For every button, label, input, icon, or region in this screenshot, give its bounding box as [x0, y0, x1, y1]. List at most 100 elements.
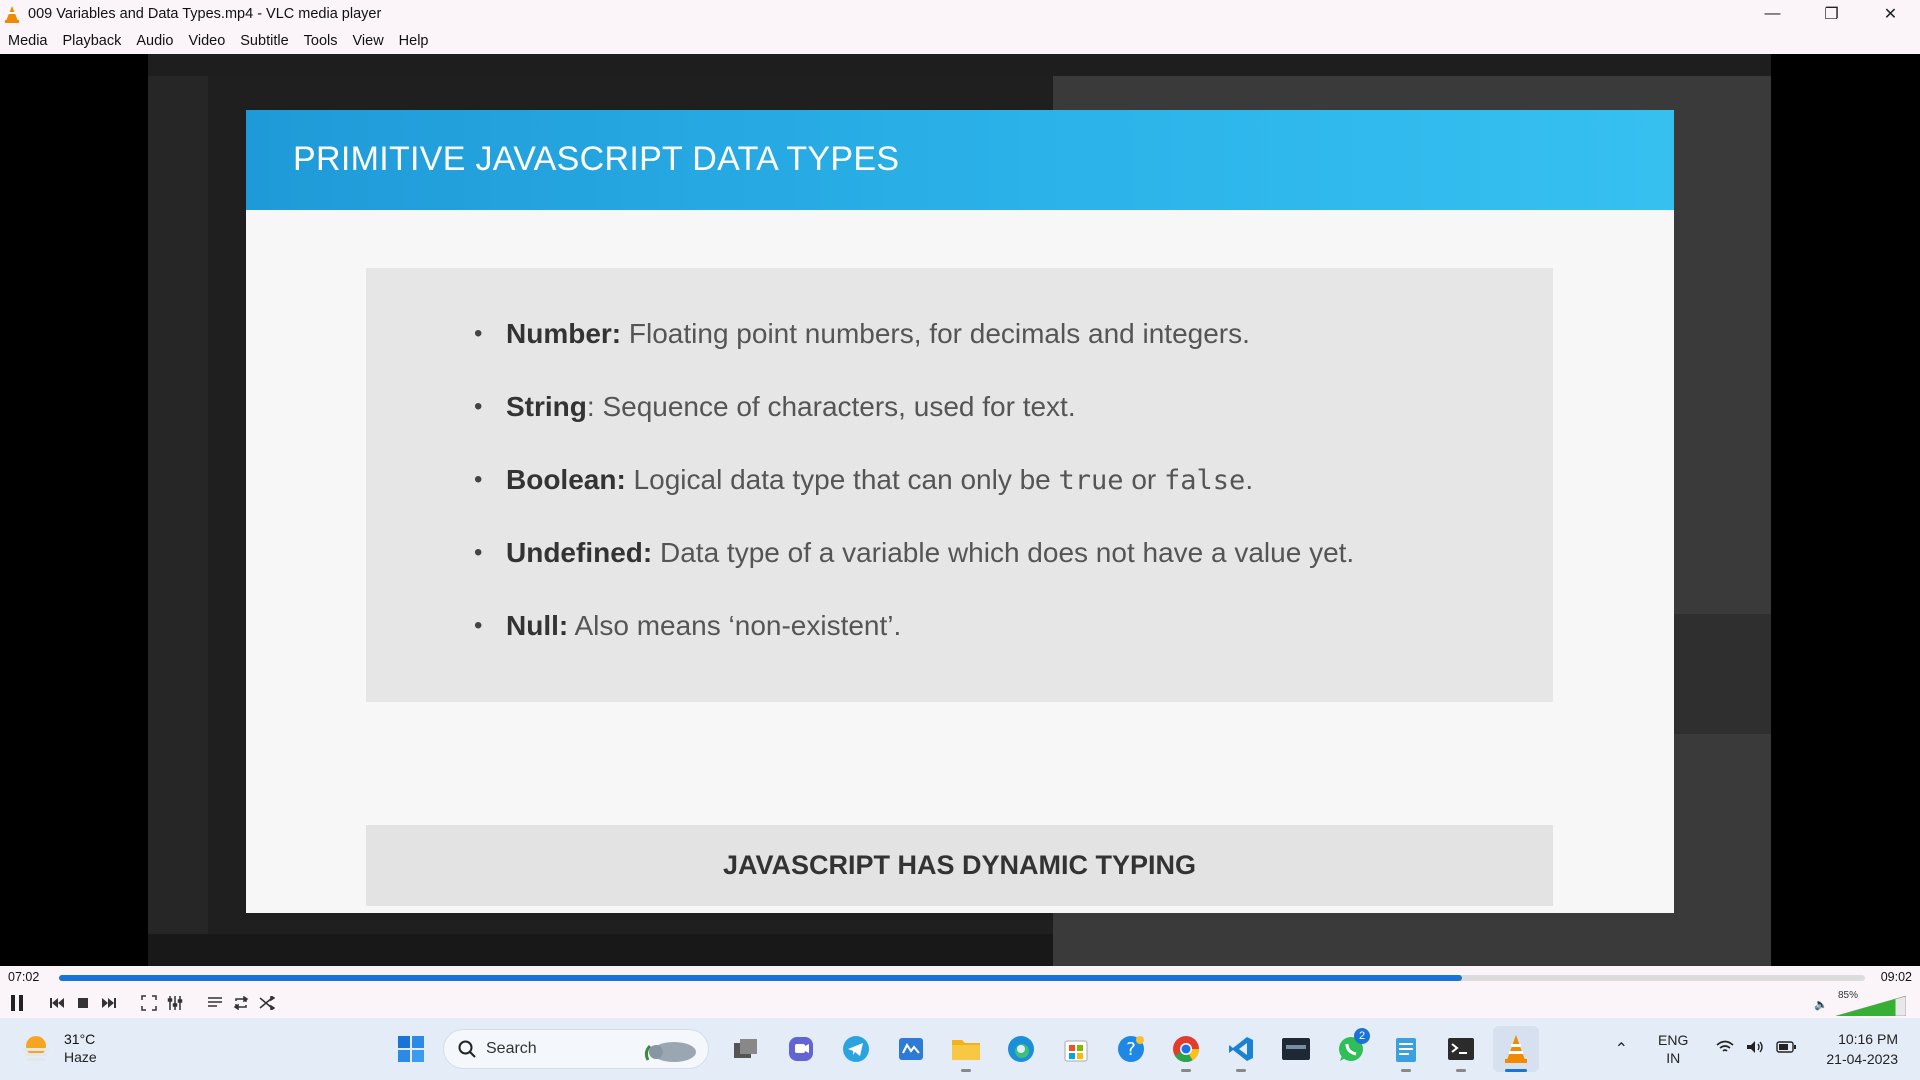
- whatsapp-badge: 2: [1354, 1028, 1370, 1044]
- myapp-button[interactable]: [888, 1026, 934, 1072]
- loop-icon[interactable]: [230, 992, 252, 1014]
- bullet-text: Data type of a variable which does not h…: [652, 537, 1355, 568]
- telegram-button[interactable]: [833, 1026, 879, 1072]
- menu-tools[interactable]: Tools: [304, 33, 338, 49]
- task-view-button[interactable]: [723, 1026, 769, 1072]
- chat-icon: [789, 1037, 813, 1061]
- running-indicator: [1401, 1069, 1411, 1072]
- vlc-button[interactable]: [1493, 1026, 1539, 1072]
- svg-text:?: ?: [1126, 1039, 1136, 1060]
- volume-slider[interactable]: [1836, 996, 1906, 1016]
- vlc-cone-icon: [5, 6, 19, 23]
- dynamic-typing-text: JAVASCRIPT HAS DYNAMIC TYPING: [722, 850, 1197, 880]
- bullet-box: • Number: Floating point numbers, for de…: [366, 268, 1553, 702]
- menu-playback[interactable]: Playback: [63, 33, 122, 49]
- bullet-dot: •: [474, 320, 483, 347]
- haze-sun-icon: [20, 1032, 52, 1064]
- pause-icon[interactable]: [6, 992, 28, 1014]
- folder-icon: [952, 1040, 980, 1060]
- slide-header: PRIMITIVE JAVASCRIPT DATA TYPES: [246, 110, 1674, 210]
- clock-time: 10:16 PM: [1838, 1031, 1898, 1047]
- playback-controls: 07:02 09:02 🔈 85%: [0, 966, 1920, 1018]
- next-icon[interactable]: [98, 992, 120, 1014]
- whatsapp-button[interactable]: 2: [1328, 1026, 1374, 1072]
- menu-video[interactable]: Video: [188, 33, 225, 49]
- playlist-icon[interactable]: [204, 992, 226, 1014]
- edge-button[interactable]: [998, 1026, 1044, 1072]
- shuffle-icon[interactable]: [256, 992, 278, 1014]
- bullet-string: • String: Sequence of characters, used f…: [474, 391, 1354, 464]
- system-tray: ⌃ ENG IN 10:16 PM 21-04-2023: [1615, 1026, 1920, 1072]
- vscode-button[interactable]: [1218, 1026, 1264, 1072]
- telegram-icon: [843, 1036, 869, 1062]
- volume-control[interactable]: 🔈 85%: [1814, 990, 1914, 1016]
- menu-view[interactable]: View: [353, 33, 384, 49]
- seek-bar[interactable]: [59, 975, 1865, 981]
- vscode-icon: [1229, 1037, 1253, 1061]
- teams-chat-button[interactable]: [778, 1026, 824, 1072]
- weather-condition: Haze: [64, 1049, 97, 1065]
- bullet-dot: •: [474, 466, 483, 493]
- chevron-up-icon[interactable]: ⌃: [1615, 1039, 1628, 1059]
- menu-subtitle[interactable]: Subtitle: [240, 33, 288, 49]
- mysql-terminal-icon: [1282, 1038, 1310, 1060]
- language-region: IN: [1666, 1050, 1681, 1066]
- bullet-dot: •: [474, 539, 483, 566]
- slide-title: PRIMITIVE JAVASCRIPT DATA TYPES: [293, 140, 900, 178]
- extended-settings-icon[interactable]: [164, 992, 186, 1014]
- minimize-button[interactable]: —: [1743, 0, 1802, 28]
- terminal-icon: [1448, 1038, 1474, 1060]
- close-button[interactable]: ✕: [1861, 0, 1920, 28]
- video-area[interactable]: PRIMITIVE JAVASCRIPT DATA TYPES • Number…: [0, 54, 1920, 966]
- background-status-bar: [148, 934, 1053, 966]
- wifi-icon[interactable]: [1716, 1040, 1734, 1059]
- notepad-button[interactable]: [1383, 1026, 1429, 1072]
- menu-help[interactable]: Help: [399, 33, 429, 49]
- taskbar: 31°C Haze Search ? 2 ⌃ ENG IN 10:16 PM 2…: [0, 1018, 1920, 1080]
- terminal-button[interactable]: [1438, 1026, 1484, 1072]
- bullet-text: Logical data type that can only be: [625, 464, 1059, 495]
- start-button[interactable]: [388, 1026, 434, 1072]
- running-indicator: [961, 1069, 971, 1072]
- mysql-button[interactable]: [1273, 1026, 1319, 1072]
- bullet-text: Floating point numbers, for decimals and…: [621, 318, 1250, 349]
- menu-audio[interactable]: Audio: [136, 33, 173, 49]
- clock-date: 21-04-2023: [1826, 1051, 1898, 1067]
- fullscreen-icon[interactable]: [138, 992, 160, 1014]
- help-button[interactable]: ?: [1108, 1026, 1154, 1072]
- taskbar-search[interactable]: Search: [443, 1029, 709, 1069]
- store-icon: [1064, 1040, 1088, 1062]
- weather-temperature: 31°C: [64, 1031, 96, 1047]
- bullet-number: • Number: Floating point numbers, for de…: [474, 318, 1354, 391]
- weather-text: 31°C Haze: [64, 1030, 97, 1066]
- help-icon: ?: [1118, 1036, 1144, 1062]
- speaker-icon[interactable]: 🔈: [1814, 998, 1828, 1011]
- menu-media[interactable]: Media: [8, 33, 48, 49]
- window-title: 009 Variables and Data Types.mp4 - VLC m…: [28, 6, 382, 22]
- taskbar-apps: Search ? 2: [388, 1026, 1548, 1072]
- elapsed-time: 07:02: [8, 970, 40, 984]
- bullet-dot: •: [474, 393, 483, 420]
- search-label: Search: [486, 1040, 537, 1057]
- bullet-term: String: [506, 391, 587, 422]
- app-tile-icon: [899, 1038, 923, 1060]
- code-true: true: [1058, 465, 1124, 496]
- chrome-button[interactable]: [1163, 1026, 1209, 1072]
- language-indicator[interactable]: ENG IN: [1658, 1031, 1688, 1067]
- battery-icon[interactable]: [1776, 1040, 1797, 1058]
- restore-button[interactable]: ❐: [1802, 0, 1861, 28]
- previous-icon[interactable]: [46, 992, 68, 1014]
- bullet-text-mid: or: [1123, 464, 1165, 495]
- speaker-icon[interactable]: [1746, 1040, 1764, 1059]
- store-button[interactable]: [1053, 1026, 1099, 1072]
- stop-icon[interactable]: [72, 992, 94, 1014]
- running-indicator: [1456, 1069, 1466, 1072]
- bullet-term: Null:: [506, 610, 569, 641]
- weather-widget[interactable]: 31°C Haze: [20, 1030, 97, 1066]
- search-icon: [458, 1040, 476, 1058]
- file-explorer-button[interactable]: [943, 1026, 989, 1072]
- clock[interactable]: 10:16 PM 21-04-2023: [1826, 1029, 1898, 1069]
- chrome-icon: [1173, 1036, 1200, 1063]
- slide: PRIMITIVE JAVASCRIPT DATA TYPES • Number…: [246, 110, 1674, 913]
- language-code: ENG: [1658, 1032, 1689, 1048]
